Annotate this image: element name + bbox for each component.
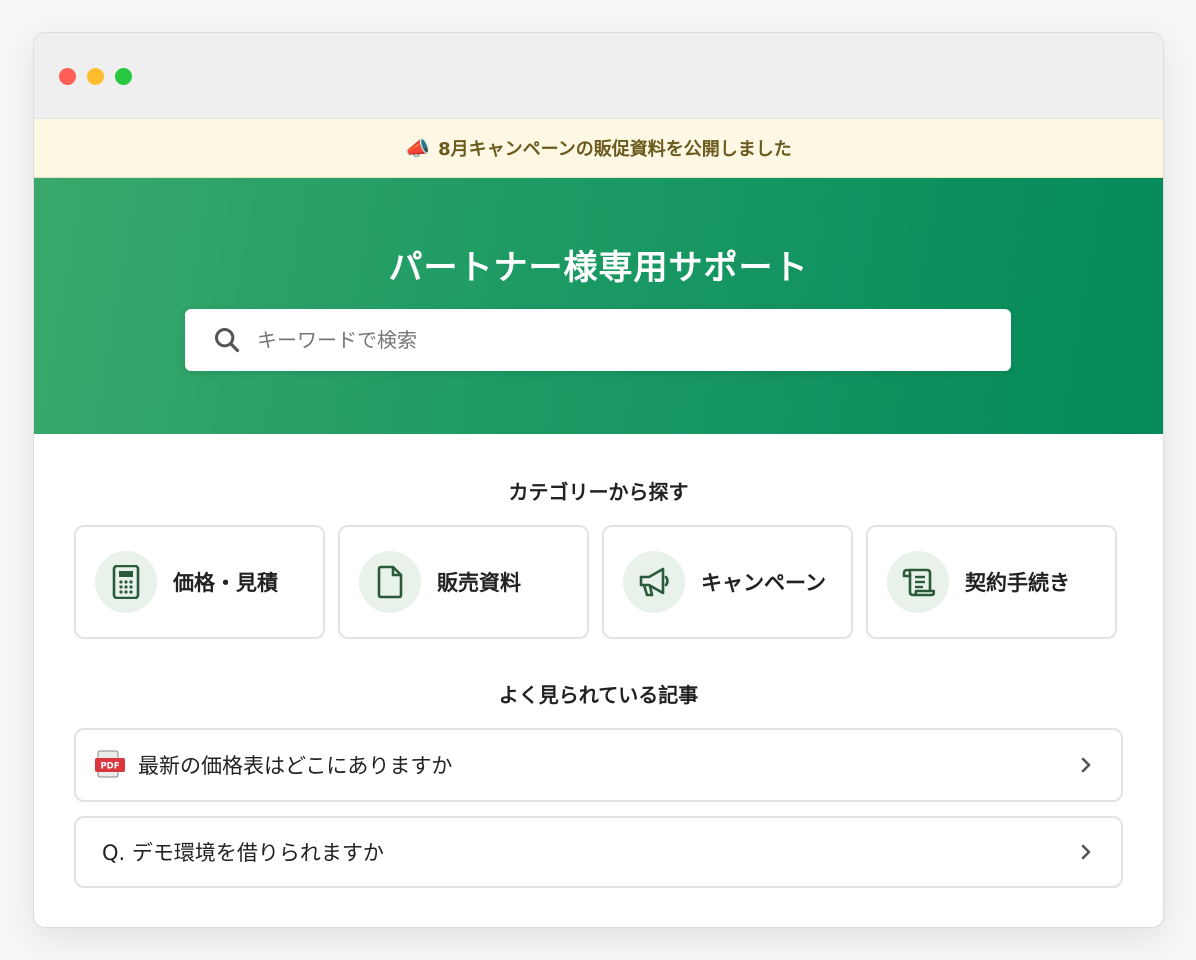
close-window-button[interactable] [59, 68, 76, 85]
category-sales-materials[interactable]: 販売資料 [338, 525, 589, 639]
scroll-icon [902, 568, 935, 597]
pdf-badge-text: PDF [100, 762, 119, 772]
search-icon [214, 327, 240, 353]
popular-articles-heading: よく見られている記事 [498, 683, 699, 707]
category-icon-wrapper [623, 551, 685, 613]
window-titlebar [34, 33, 1163, 119]
category-pricing[interactable]: 価格・見積 [74, 525, 325, 639]
chevron-right-icon [1081, 844, 1091, 860]
category-label: 販売資料 [437, 571, 521, 595]
article-item[interactable]: Q. デモ環境を借りられますか [74, 816, 1123, 888]
pdf-icon: PDF [95, 750, 125, 778]
category-label: キャンペーン [701, 571, 826, 595]
article-item[interactable]: PDF 最新の価格表はどこにありますか [74, 728, 1123, 802]
minimize-window-button[interactable] [87, 68, 104, 85]
search-input[interactable] [255, 327, 959, 353]
category-label: 契約手続き [965, 571, 1070, 595]
category-list: 価格・見積 販売資料 キャンペーン 契約手続き [74, 525, 1123, 639]
document-icon [377, 565, 403, 599]
megaphone-icon [639, 567, 669, 597]
category-label: 価格・見積 [173, 571, 278, 595]
chevron-right-icon [1081, 757, 1091, 773]
search-box[interactable] [185, 309, 1011, 371]
page-title: パートナー様専用サポート [388, 248, 809, 288]
maximize-window-button[interactable] [115, 68, 132, 85]
article-title: 最新の価格表はどこにありますか [138, 754, 453, 778]
hero-section: パートナー様専用サポート [34, 178, 1163, 434]
category-contract[interactable]: 契約手続き [866, 525, 1117, 639]
calculator-icon [112, 565, 140, 599]
article-title: Q. デモ環境を借りられますか [102, 841, 384, 865]
category-icon-wrapper [887, 551, 949, 613]
announcement-text: 8月キャンペーンの販促資料を公開しました [438, 139, 792, 160]
article-list: PDF 最新の価格表はどこにありますか Q. デモ環境を借りられますか [74, 728, 1123, 888]
announcement-banner[interactable]: 📣 8月キャンペーンの販促資料を公開しました [34, 119, 1163, 178]
category-campaign[interactable]: キャンペーン [602, 525, 853, 639]
megaphone-icon: 📣 [405, 136, 431, 160]
category-icon-wrapper [95, 551, 157, 613]
categories-heading: カテゴリーから探す [508, 480, 689, 504]
category-icon-wrapper [359, 551, 421, 613]
browser-window: 📣 8月キャンペーンの販促資料を公開しました パートナー様専用サポート カテゴリ… [33, 32, 1164, 928]
